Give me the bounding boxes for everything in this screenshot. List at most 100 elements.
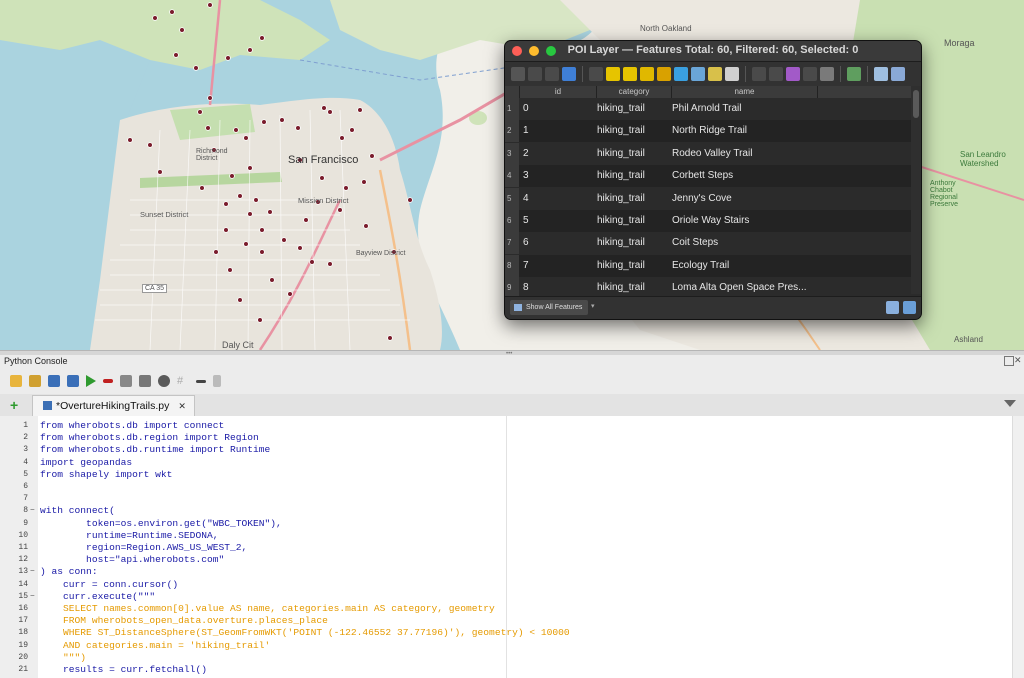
poi-marker[interactable] [269,277,275,283]
toggle-editing-icon[interactable] [511,67,525,81]
paste-icon[interactable] [769,67,783,81]
reload-icon[interactable] [562,67,576,81]
copy-rows-icon[interactable] [752,67,766,81]
chevron-down-icon[interactable]: ▾ [591,302,595,310]
column-header-name[interactable]: name [672,86,818,98]
tab-overture-hiking-trails[interactable]: *OvertureHikingTrails.py ✕ [32,395,195,416]
poi-marker[interactable] [223,227,229,233]
poi-marker[interactable] [281,237,287,243]
copy-icon[interactable] [120,375,132,387]
table-view-icon[interactable] [903,301,916,314]
options-icon[interactable] [213,375,221,387]
close-tab-icon[interactable]: ✕ [178,401,186,411]
find-icon[interactable] [158,375,170,387]
poi-marker[interactable] [369,153,375,159]
fold-marker-icon[interactable]: − [30,591,35,603]
poi-marker[interactable] [267,209,273,215]
poi-marker[interactable] [152,15,158,21]
poi-marker[interactable] [199,185,205,191]
form-view-icon[interactable] [886,301,899,314]
poi-marker[interactable] [157,169,163,175]
poi-marker[interactable] [225,55,231,61]
cut-icon[interactable] [606,67,620,81]
poi-marker[interactable] [357,107,363,113]
poi-marker[interactable] [303,217,309,223]
poi-marker[interactable] [237,297,243,303]
poi-marker[interactable] [229,173,235,179]
poi-marker[interactable] [243,241,249,247]
poi-marker[interactable] [327,261,333,267]
attribute-table-titlebar[interactable]: POI Layer — Features Total: 60, Filtered… [505,41,921,62]
poi-marker[interactable] [233,127,239,133]
code-line[interactable]: 13−) as conn: [0,566,1012,578]
code-line[interactable]: 8− with connect( [0,505,1012,517]
poi-marker[interactable] [213,249,219,255]
code-line[interactable]: 5 from shapely import wkt [0,469,1012,481]
code-line[interactable]: 2 from wherobots.db.region import Region [0,432,1012,444]
select-all-icon[interactable] [623,67,637,81]
poi-marker[interactable] [193,65,199,71]
new-field-icon[interactable] [786,67,800,81]
code-line[interactable]: 6 [0,481,1012,493]
move-selection-top-icon[interactable] [691,67,705,81]
table-row[interactable]: 6 5 hiking_trail Oriole Way Stairs [505,210,911,232]
fold-marker-icon[interactable]: − [30,505,35,517]
code-line[interactable]: 3 from wherobots.db.runtime import Runtim… [0,444,1012,456]
attribute-table-scrollbar[interactable] [911,86,921,294]
table-row[interactable]: 7 6 hiking_trail Coit Steps [505,232,911,255]
poi-marker[interactable] [205,125,211,131]
table-row[interactable]: 5 4 hiking_trail Jenny's Cove [505,187,911,210]
code-line[interactable]: 18 WHERE ST_DistanceSphere(ST_GeomFromWK… [0,627,1012,639]
delete-feature-icon[interactable] [589,67,603,81]
column-header-category[interactable]: category [597,86,672,98]
pan-to-selection-icon[interactable] [708,67,722,81]
code-line[interactable]: 10 runtime=Runtime.SEDONA, [0,530,1012,542]
code-editor[interactable]: 1 from wherobots.db import connect 2 from w… [0,416,1012,678]
poi-marker[interactable] [247,165,253,171]
poi-marker[interactable] [237,193,243,199]
code-line[interactable]: 21 results = curr.fetchall() [0,664,1012,676]
poi-marker[interactable] [197,109,203,115]
poi-marker[interactable] [259,249,265,255]
close-panel-icon[interactable]: ✕ [1014,355,1022,366]
invert-selection-icon[interactable] [640,67,654,81]
deselect-icon[interactable] [657,67,671,81]
code-line[interactable]: 7 [0,493,1012,505]
poi-marker[interactable] [349,127,355,133]
poi-marker[interactable] [259,227,265,233]
code-line[interactable]: 9 token=os.environ.get("WBC_TOKEN"), [0,518,1012,530]
poi-marker[interactable] [339,135,345,141]
poi-marker[interactable] [253,197,259,203]
add-tab-button[interactable]: + [10,397,18,413]
poi-marker[interactable] [207,95,213,101]
poi-marker[interactable] [327,109,333,115]
save-edits-icon[interactable] [545,67,559,81]
fold-marker-icon[interactable]: − [30,566,35,578]
poi-marker[interactable] [361,179,367,185]
zoom-to-selection-icon[interactable] [725,67,739,81]
tab-list-icon[interactable] [1004,400,1016,407]
multi-edit-icon[interactable] [528,67,542,81]
open-script-icon[interactable] [10,375,22,387]
dock-icon[interactable] [891,67,905,81]
poi-marker[interactable] [363,223,369,229]
poi-marker[interactable] [227,267,233,273]
poi-marker[interactable] [179,27,185,33]
poi-marker[interactable] [207,2,213,8]
delete-field-icon[interactable] [803,67,817,81]
comment-icon[interactable]: # [177,375,189,387]
table-row[interactable]: 3 2 hiking_trail Rodeo Valley Trail [505,142,911,165]
poi-marker[interactable] [343,185,349,191]
code-line[interactable]: 16 SELECT names.common[0].value AS name,… [0,603,1012,615]
field-calculator-icon[interactable] [820,67,834,81]
run-script-icon[interactable] [86,375,96,387]
poi-marker[interactable] [147,142,153,148]
attribute-table-window[interactable]: POI Layer — Features Total: 60, Filtered… [504,40,922,320]
poi-marker[interactable] [247,211,253,217]
poi-marker[interactable] [173,52,179,58]
paste-icon[interactable] [139,375,151,387]
editor-vertical-scrollbar[interactable] [1012,416,1024,678]
code-line[interactable]: 12 host="api.wherobots.com" [0,554,1012,566]
code-line[interactable]: 1 from wherobots.db import connect [0,420,1012,432]
cut-icon[interactable] [103,379,113,383]
